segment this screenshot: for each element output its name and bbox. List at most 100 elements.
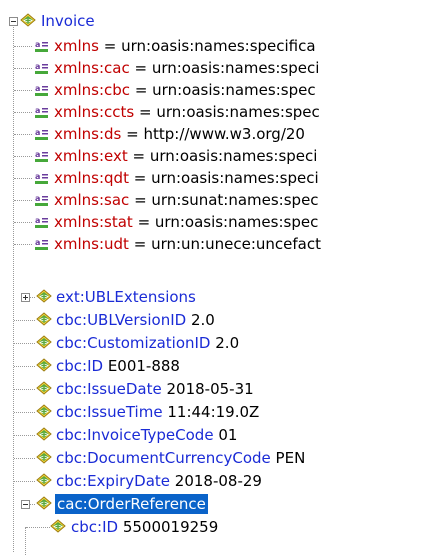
element-name: cbc:UBLVersionID bbox=[56, 311, 187, 329]
xml-element-icon bbox=[36, 496, 53, 511]
element-value: 2.0 bbox=[190, 311, 215, 329]
tree-branch-line bbox=[14, 244, 32, 245]
xml-attribute-icon bbox=[33, 171, 50, 185]
xml-element-icon bbox=[36, 427, 53, 442]
xml-element-icon bbox=[36, 335, 53, 350]
element-text: cbc:UBLVersionID 2.0 bbox=[56, 309, 215, 331]
element-text: cbc:ID 5500019259 bbox=[71, 516, 218, 538]
element-value: 01 bbox=[218, 426, 238, 444]
tree-branch-line bbox=[14, 222, 32, 223]
attribute-text: xmlns:sac = urn:sunat:names:spec bbox=[54, 191, 319, 209]
element-value: 11:44:19.0Z bbox=[167, 403, 260, 421]
attribute-value: urn:oasis:names:speci bbox=[151, 59, 320, 77]
tree-branch-line bbox=[14, 389, 35, 390]
xml-element-icon bbox=[20, 13, 37, 28]
collapse-toggle-icon[interactable] bbox=[21, 500, 30, 509]
attribute-name: xmlns bbox=[54, 37, 99, 55]
xml-tree-view[interactable]: Invoice xmlns = urn:oasis:names:specific… bbox=[0, 0, 437, 555]
expand-toggle-icon[interactable] bbox=[21, 293, 30, 302]
element-text: cbc:ExpiryDate 2018-08-29 bbox=[56, 470, 262, 492]
tree-branch-line bbox=[14, 68, 32, 69]
element-text: cbc:IssueDate 2018-05-31 bbox=[56, 378, 254, 400]
element-name: ext:UBLExtensions bbox=[56, 288, 196, 306]
attribute-name: xmlns:udt bbox=[54, 235, 129, 253]
element-value: PEN bbox=[275, 449, 306, 467]
attribute-text: xmlns:ccts = urn:oasis:names:spec bbox=[54, 103, 320, 121]
xml-element-icon bbox=[36, 450, 53, 465]
attribute-text: xmlns:ext = urn:oasis:names:speci bbox=[54, 147, 318, 165]
xml-attribute-icon bbox=[33, 127, 50, 141]
tree-branch-line bbox=[14, 200, 32, 201]
tree-branch-line bbox=[14, 156, 32, 157]
attribute-value: urn:un:unece:uncefact bbox=[151, 235, 321, 253]
attribute-value: urn:oasis:names:spec bbox=[154, 213, 319, 231]
tree-branch-line bbox=[14, 481, 35, 482]
element-name: cbc:CustomizationID bbox=[56, 334, 211, 352]
element-name: cbc:IssueDate bbox=[56, 380, 162, 398]
tree-branch-line bbox=[14, 458, 35, 459]
xml-attribute-icon bbox=[33, 105, 50, 119]
attribute-value: urn:oasis:names:speci bbox=[151, 169, 319, 187]
element-value: 2018-05-31 bbox=[166, 380, 254, 398]
attribute-text: xmlns:udt = urn:un:unece:uncefact bbox=[54, 235, 321, 253]
xml-element-icon bbox=[36, 404, 53, 419]
element-name: cbc:ExpiryDate bbox=[56, 472, 171, 490]
xml-element-icon bbox=[36, 312, 53, 327]
tree-branch-line bbox=[26, 527, 50, 528]
element-value: 2.0 bbox=[215, 334, 240, 352]
attribute-text: xmlns:qdt = urn:oasis:names:speci bbox=[54, 169, 319, 187]
element-value: 2018-08-29 bbox=[174, 472, 262, 490]
tree-branch-line bbox=[14, 435, 35, 436]
element-name: cbc:ID bbox=[56, 357, 104, 375]
xml-attribute-icon bbox=[33, 193, 50, 207]
element-text: cbc:IssueTime 11:44:19.0Z bbox=[56, 401, 259, 423]
attribute-value: urn:sunat:names:spec bbox=[151, 191, 319, 209]
attribute-value: urn:oasis:names:speci bbox=[149, 147, 318, 165]
attribute-value: urn:oasis:names:specifica bbox=[121, 37, 316, 55]
attribute-name: xmlns:ds bbox=[54, 125, 122, 143]
attribute-name: xmlns:stat bbox=[54, 213, 133, 231]
element-value: 5500019259 bbox=[122, 518, 219, 536]
attribute-value: urn:oasis:names:spec bbox=[152, 81, 316, 99]
element-name: cbc:InvoiceTypeCode bbox=[56, 426, 214, 444]
tree-branch-line bbox=[14, 178, 32, 179]
attribute-text: xmlns:cac = urn:oasis:names:speci bbox=[54, 59, 320, 77]
element-text: ext:UBLExtensions bbox=[56, 286, 196, 308]
xml-attribute-icon bbox=[33, 237, 50, 251]
attribute-name: xmlns:qdt bbox=[54, 169, 129, 187]
attribute-name: xmlns:cac bbox=[54, 59, 130, 77]
element-text: cbc:ID E001-888 bbox=[56, 355, 180, 377]
tree-guide-line bbox=[13, 25, 14, 552]
xml-element-icon bbox=[36, 473, 53, 488]
tree-branch-line bbox=[14, 46, 32, 47]
element-name: cbc:IssueTime bbox=[56, 403, 163, 421]
xml-element-icon bbox=[36, 381, 53, 396]
attribute-name: xmlns:cbc bbox=[54, 81, 131, 99]
tree-branch-line bbox=[30, 504, 35, 505]
attribute-text: xmlns:ds = http://www.w3.org/20 bbox=[54, 125, 305, 143]
tree-branch-line bbox=[14, 112, 32, 113]
xml-attribute-icon bbox=[33, 215, 50, 229]
tree-guide-line bbox=[25, 527, 26, 555]
xml-attribute-icon bbox=[33, 61, 50, 75]
xml-attribute-icon bbox=[33, 39, 50, 53]
xml-element-icon bbox=[36, 358, 53, 373]
selected-element-name: cac:OrderReference bbox=[55, 494, 208, 514]
element-name: Invoice bbox=[41, 12, 95, 30]
attribute-name: xmlns:ccts bbox=[54, 103, 135, 121]
tree-branch-line bbox=[14, 90, 32, 91]
attribute-value: urn:oasis:names:spec bbox=[156, 103, 320, 121]
xml-attribute-icon bbox=[33, 83, 50, 97]
element-text: cbc:DocumentCurrencyCode PEN bbox=[56, 447, 305, 469]
xml-element-icon bbox=[36, 289, 53, 304]
xml-element-icon bbox=[50, 519, 67, 534]
attribute-name: xmlns:sac bbox=[54, 191, 130, 209]
tree-branch-line bbox=[14, 412, 35, 413]
tree-branch-line bbox=[14, 320, 35, 321]
element-text: cbc:CustomizationID 2.0 bbox=[56, 332, 239, 354]
tree-branch-line bbox=[14, 343, 35, 344]
attribute-text: xmlns:cbc = urn:oasis:names:spec bbox=[54, 81, 316, 99]
attribute-text: xmlns = urn:oasis:names:specifica bbox=[54, 37, 316, 55]
xml-attribute-icon bbox=[33, 149, 50, 163]
collapse-toggle-icon[interactable] bbox=[9, 17, 18, 26]
